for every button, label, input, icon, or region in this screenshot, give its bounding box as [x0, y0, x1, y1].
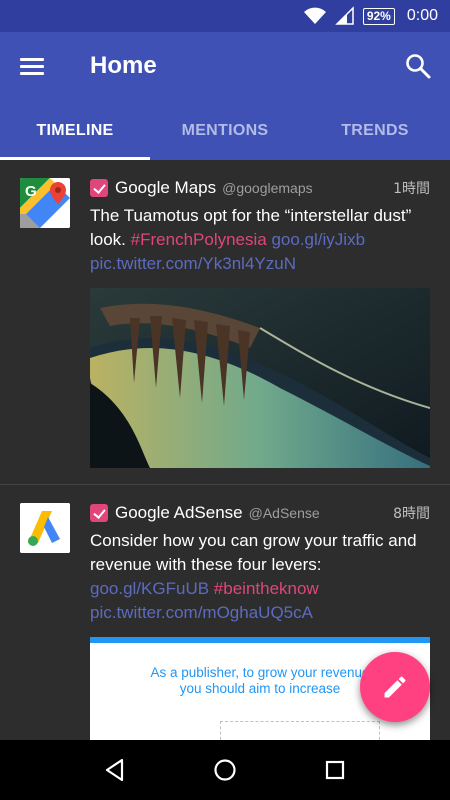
- tweet-header: Google Maps @googlemaps 1時間: [90, 176, 430, 200]
- app-bar: Home: [0, 32, 450, 102]
- battery-indicator: 92%: [362, 7, 395, 25]
- wifi-icon: [303, 7, 326, 24]
- tweet-header: Google AdSense @AdSense 8時間: [90, 501, 430, 525]
- pencil-icon: [384, 676, 406, 698]
- tweet-text: Consider how you can grow your traffic a…: [90, 529, 430, 625]
- verified-badge-icon: [90, 504, 108, 522]
- tab-timeline[interactable]: TIMELINE: [0, 102, 150, 160]
- recents-button[interactable]: [315, 750, 355, 790]
- tweet-timestamp: 1時間: [393, 181, 430, 197]
- tweet-pic-link[interactable]: pic.twitter.com/mOghaUQ5cA: [90, 603, 313, 622]
- menu-icon[interactable]: [20, 54, 50, 80]
- tab-bar: TIMELINE MENTIONS TRENDS: [0, 102, 450, 160]
- tweet-item[interactable]: G Google Maps @googlemaps 1時間 The Tuamot…: [0, 160, 450, 485]
- tweet-hashtag[interactable]: #FrenchPolynesia: [131, 230, 267, 249]
- search-icon[interactable]: [404, 52, 432, 80]
- status-bar: 92% 0:00: [0, 0, 450, 32]
- back-button[interactable]: [95, 750, 135, 790]
- tweet-link[interactable]: goo.gl/iyJixb: [271, 230, 365, 249]
- google-maps-logo-icon: G: [20, 178, 70, 228]
- diagram-connector: [220, 721, 380, 740]
- avatar[interactable]: G: [20, 178, 70, 228]
- tab-trends[interactable]: TRENDS: [300, 102, 450, 160]
- verified-badge-icon: [90, 179, 108, 197]
- tweet-hashtag[interactable]: #beintheknow: [214, 579, 319, 598]
- system-nav-bar: [0, 740, 450, 800]
- back-icon: [105, 758, 124, 782]
- tweet-link[interactable]: goo.gl/KGFuUB: [90, 579, 209, 598]
- avatar[interactable]: [20, 503, 70, 553]
- tweet-author-name[interactable]: Google Maps: [115, 178, 216, 198]
- tweet-author-handle: @googlemaps: [222, 180, 313, 196]
- home-button[interactable]: [205, 750, 245, 790]
- tweet-image[interactable]: [90, 288, 430, 468]
- recents-icon: [325, 760, 345, 780]
- tweet-author-name[interactable]: Google AdSense: [115, 503, 243, 523]
- tweet-author-handle: @AdSense: [248, 505, 320, 521]
- satellite-atoll-image: [90, 288, 430, 468]
- home-icon: [214, 759, 236, 781]
- google-adsense-logo-icon: [20, 503, 70, 553]
- signal-icon: [335, 6, 354, 25]
- tweet-body-text: Consider how you can grow your traffic a…: [90, 531, 417, 574]
- tab-mentions[interactable]: MENTIONS: [150, 102, 300, 160]
- tweet-text: The Tuamotus opt for the “interstellar d…: [90, 204, 430, 276]
- tweet-pic-link[interactable]: pic.twitter.com/Yk3nl4YzuN: [90, 254, 296, 273]
- svg-text:G: G: [25, 183, 37, 200]
- page-title: Home: [90, 52, 157, 79]
- compose-button[interactable]: [360, 652, 430, 722]
- status-time: 0:00: [406, 7, 438, 24]
- tweet-timestamp: 8時間: [393, 506, 430, 522]
